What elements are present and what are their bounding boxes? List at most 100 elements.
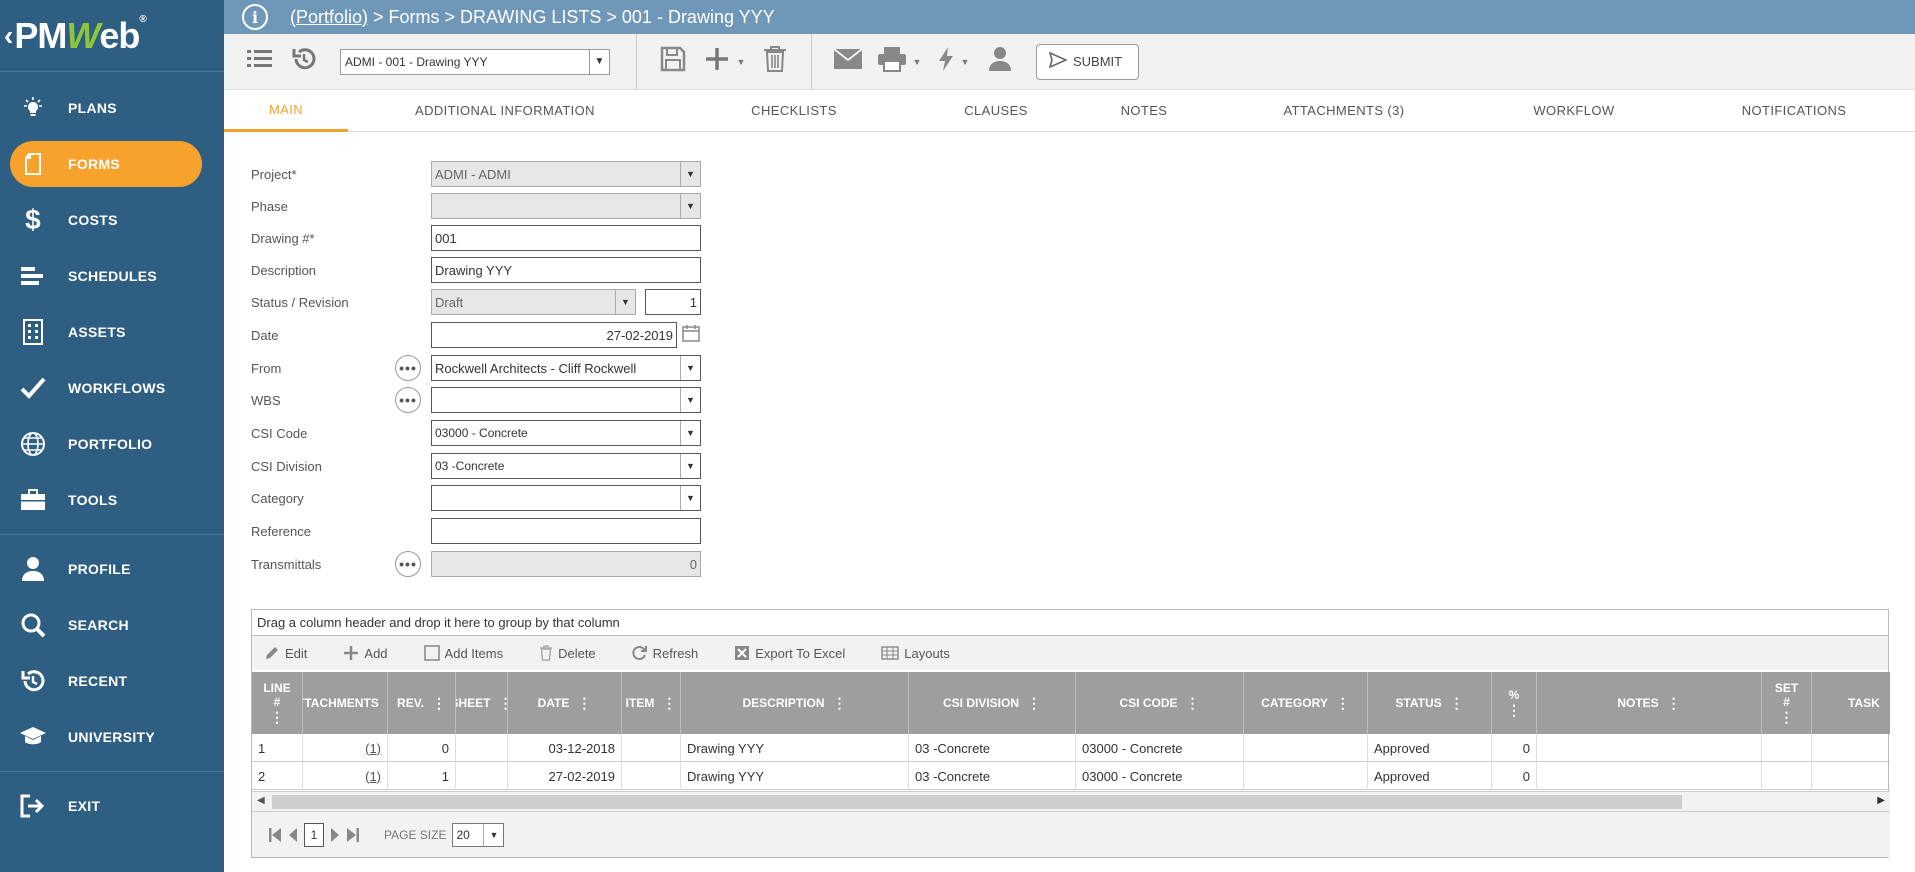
column-menu-icon[interactable]: ⋮ (1667, 695, 1681, 712)
tab-clauses[interactable]: CLAUSES (946, 90, 1046, 132)
sidebar-item-recent[interactable]: RECENT (0, 653, 224, 709)
back-chevron-icon[interactable]: ‹ (4, 20, 13, 52)
table-row[interactable]: 2 (1) 1 27-02-2019 Drawing YYY 03 -Concr… (252, 762, 1890, 790)
save-button[interactable] (651, 42, 695, 82)
print-button[interactable]: ▼ (870, 42, 928, 82)
grid-add-items-button[interactable]: Add Items (423, 645, 503, 661)
column-menu-icon[interactable]: ⋮ (1450, 695, 1464, 712)
delete-button[interactable] (753, 42, 797, 82)
col-header-date[interactable]: DATE ⋮ (508, 672, 622, 734)
column-menu-icon[interactable]: ⋮ (432, 695, 446, 712)
prev-page-icon[interactable] (288, 827, 298, 843)
tab-attachments[interactable]: ATTACHMENTS (3) (1264, 90, 1424, 132)
next-page-icon[interactable] (330, 827, 340, 843)
column-menu-icon[interactable]: ⋮ (577, 695, 591, 712)
info-icon[interactable]: i (242, 4, 268, 30)
horizontal-scrollbar[interactable]: ◀ ▶ (252, 791, 1890, 811)
group-drop-area[interactable]: Drag a column header and drop it here to… (252, 610, 1888, 636)
sidebar-item-workflows[interactable]: WORKFLOWS (0, 360, 224, 416)
project-select[interactable]: ADMI - ADMI ▼ (431, 161, 701, 187)
drawing-no-input[interactable]: 001 (431, 225, 701, 251)
col-header-description[interactable]: DESCRIPTION ⋮ (681, 672, 909, 734)
grid-edit-button[interactable]: Edit (264, 645, 307, 661)
column-menu-icon[interactable]: ⋮ (1027, 695, 1041, 712)
sidebar-item-tools[interactable]: TOOLS (0, 472, 224, 528)
column-menu-icon[interactable]: ⋮ (1186, 695, 1200, 712)
csi-code-select[interactable]: 03000 - Concrete ▼ (431, 420, 701, 446)
sidebar-item-assets[interactable]: ASSETS (0, 304, 224, 360)
col-header-percent[interactable]: % ⋮ (1492, 672, 1537, 734)
current-page[interactable]: 1 (304, 822, 324, 847)
revision-input[interactable]: 1 (645, 289, 701, 315)
scroll-right-icon[interactable]: ▶ (1877, 795, 1885, 806)
table-row[interactable]: 1 (1) 0 03-12-2018 Drawing YYY 03 -Concr… (252, 734, 1890, 762)
column-menu-icon[interactable]: ⋮ (499, 695, 507, 712)
col-header-attachments[interactable]: ATTACHMENTS⋮ (303, 672, 388, 734)
col-header-category[interactable]: CATEGORY ⋮ (1244, 672, 1368, 734)
column-menu-icon[interactable]: ⋮ (270, 709, 284, 726)
scrollbar-thumb[interactable] (272, 795, 1682, 809)
col-header-item[interactable]: ITEM ⋮ (622, 672, 681, 734)
tab-workflow[interactable]: WORKFLOW (1514, 90, 1634, 132)
sidebar-item-university[interactable]: UNIVERSITY (0, 709, 224, 765)
tab-notes[interactable]: NOTES (1104, 90, 1184, 132)
sidebar-item-plans[interactable]: PLANS (0, 80, 224, 136)
wbs-select[interactable]: ▼ (431, 387, 701, 413)
breadcrumb-portfolio-link[interactable]: (Portfolio) (290, 7, 368, 28)
grid-refresh-button[interactable]: Refresh (632, 645, 698, 661)
col-header-notes[interactable]: NOTES ⋮ (1537, 672, 1762, 734)
submit-button[interactable]: SUBMIT (1036, 43, 1140, 80)
column-menu-icon[interactable]: ⋮ (1780, 709, 1794, 726)
history-button[interactable] (282, 42, 326, 82)
scroll-left-icon[interactable]: ◀ (257, 795, 265, 806)
sidebar-item-costs[interactable]: $ COSTS (0, 192, 224, 248)
column-menu-icon[interactable]: ⋮ (833, 695, 847, 712)
sidebar-item-schedules[interactable]: SCHEDULES (0, 248, 224, 304)
from-lookup-button[interactable]: ••• (395, 355, 421, 381)
record-select[interactable]: ADMI - 001 - Drawing YYY ▼ (340, 48, 610, 75)
status-select[interactable]: Draft ▼ (431, 289, 636, 315)
col-header-rev[interactable]: REV. ⋮ (388, 672, 456, 734)
col-header-line[interactable]: LINE # ⋮ (252, 672, 303, 734)
transmittals-lookup-button[interactable]: ••• (395, 551, 421, 577)
first-page-icon[interactable] (268, 827, 282, 843)
date-input[interactable]: 27-02-2019 (431, 322, 677, 348)
sidebar-item-profile[interactable]: PROFILE (0, 541, 224, 597)
wbs-lookup-button[interactable]: ••• (395, 387, 421, 413)
tab-main[interactable]: MAIN (224, 90, 348, 132)
column-menu-icon[interactable]: ⋮ (1507, 702, 1521, 719)
phase-select[interactable]: ▼ (431, 193, 701, 219)
email-button[interactable] (826, 42, 870, 82)
grid-delete-button[interactable]: Delete (539, 645, 596, 661)
sidebar-item-forms[interactable]: FORMS (10, 141, 202, 187)
csi-division-select[interactable]: 03 -Concrete ▼ (431, 453, 701, 479)
tab-notifications[interactable]: NOTIFICATIONS (1714, 90, 1874, 132)
tab-checklists[interactable]: CHECKLISTS (734, 90, 854, 132)
grid-export-excel-button[interactable]: Export To Excel (734, 645, 845, 661)
grid-layouts-button[interactable]: Layouts (881, 646, 950, 661)
col-header-set[interactable]: SET # ⋮ (1762, 672, 1812, 734)
sidebar-item-search[interactable]: SEARCH (0, 597, 224, 653)
calendar-icon[interactable] (682, 324, 700, 347)
col-header-sheet[interactable]: SHEET ⋮ (456, 672, 508, 734)
category-select[interactable]: ▼ (431, 485, 701, 511)
add-button[interactable]: ▼ (695, 42, 753, 82)
tab-additional-information[interactable]: ADDITIONAL INFORMATION (400, 90, 610, 132)
last-page-icon[interactable] (346, 827, 360, 843)
sidebar-item-exit[interactable]: EXIT (0, 778, 224, 834)
col-header-csi-code[interactable]: CSI CODE ⋮ (1076, 672, 1244, 734)
column-menu-icon[interactable]: ⋮ (662, 695, 676, 712)
grid-add-button[interactable]: Add (343, 645, 388, 661)
assign-user-button[interactable] (978, 42, 1022, 82)
pmweb-logo[interactable]: ‹ PM Web ® (0, 0, 224, 72)
attachment-link[interactable]: (1) (365, 741, 381, 756)
page-size-select[interactable]: 20 ▼ (452, 822, 505, 847)
actions-button[interactable]: ▼ (928, 42, 978, 82)
col-header-status[interactable]: STATUS ⋮ (1368, 672, 1492, 734)
column-menu-icon[interactable]: ⋮ (1336, 695, 1350, 712)
col-header-csi-division[interactable]: CSI DIVISION ⋮ (909, 672, 1076, 734)
attachment-link[interactable]: (1) (365, 769, 381, 784)
from-select[interactable]: Rockwell Architects - Cliff Rockwell ▼ (431, 355, 701, 381)
list-view-button[interactable] (238, 42, 282, 82)
reference-input[interactable] (431, 518, 701, 544)
